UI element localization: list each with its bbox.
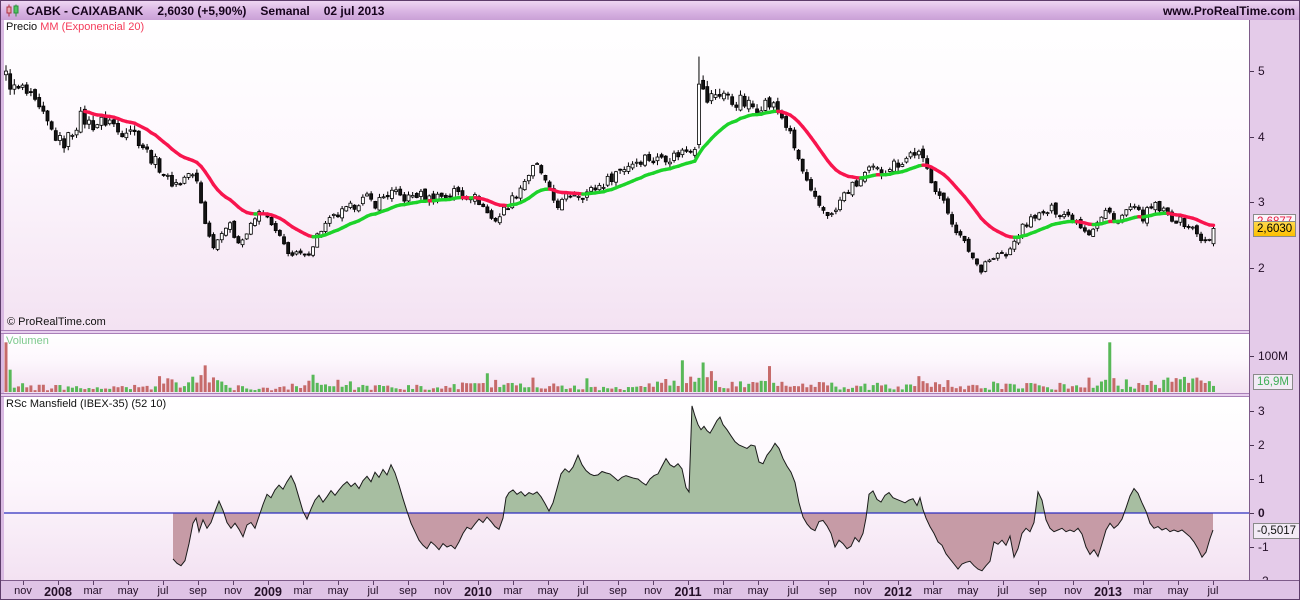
rsc-indicator-label: RSc Mansfield (IBEX-35) (52 10): [6, 398, 167, 410]
last-bar-date: 02 jul 2013: [323, 3, 385, 18]
rsc-axis-1-tick: [1250, 479, 1254, 480]
time-axis-label-jul: jul: [787, 585, 799, 597]
time-axis-label-may: may: [537, 585, 559, 597]
last-price-and-change: 2,6030 (+5,90%): [157, 3, 247, 18]
price-axis-5-tick: [1250, 71, 1254, 72]
time-axis-label-2012: 2012: [884, 585, 912, 599]
time-axis-label-sep: sep: [189, 585, 207, 597]
time-axis-label-may: may: [327, 585, 349, 597]
time-axis-label-mar: mar: [503, 585, 523, 597]
title-bar: CABK - CAIXABANK 2,6030 (+5,90%) Semanal…: [1, 1, 1299, 21]
rsc-axis-0-label: 0: [1258, 506, 1265, 520]
website-link[interactable]: www.ProRealTime.com: [1163, 4, 1295, 18]
symbol-title: CABK - CAIXABANK: [26, 3, 144, 18]
time-axis-label-nov: nov: [14, 585, 32, 597]
price-axis-4-label: 4: [1258, 129, 1265, 144]
time-axis-label-mar: mar: [923, 585, 943, 597]
time-axis-label-jul: jul: [157, 585, 169, 597]
candlestick-chart-icon: [6, 4, 20, 17]
price-axis-5-label: 5: [1258, 64, 1265, 78]
time-axis-label-2013: 2013: [1094, 585, 1122, 599]
time-axis-label-may: may: [117, 585, 139, 597]
rsc-axis--1-label: -1: [1258, 540, 1269, 554]
last-price-badge: 2,6030: [1253, 221, 1297, 237]
time-axis-label-nov: nov: [224, 585, 242, 597]
time-axis-label-mar: mar: [713, 585, 733, 597]
copyright-label: © ProRealTime.com: [7, 316, 106, 328]
price-axis-2-label: 2: [1258, 261, 1265, 275]
time-axis-label-mar: mar: [83, 585, 103, 597]
price-pane[interactable]: Precio MM (Exponencial 20) © ProRealTime…: [4, 20, 1249, 330]
time-axis-label-2009: 2009: [254, 585, 282, 599]
rsc-axis-0-tick: [1250, 513, 1254, 514]
time-axis-label-may: may: [1167, 585, 1189, 597]
rsc-axis--1-tick: [1250, 547, 1254, 548]
time-axis-label-jul: jul: [577, 585, 589, 597]
price-axis-2-tick: [1250, 268, 1254, 269]
rsc-axis-1-label: 1: [1258, 472, 1265, 486]
price-axis-4-tick: [1250, 136, 1254, 138]
timeframe-label: Semanal: [260, 3, 310, 18]
time-axis-label-sep: sep: [819, 585, 837, 597]
time-axis-label-nov: nov: [854, 585, 872, 597]
volume-value-badge: 16,9M: [1253, 374, 1293, 390]
rsc-chart-canvas[interactable]: [4, 397, 1249, 580]
rsc-axis-3-tick: [1250, 411, 1254, 412]
volume-axis-100-label: 100M: [1258, 349, 1289, 363]
time-axis-label-jul: jul: [367, 585, 379, 597]
time-axis-label-sep: sep: [1029, 585, 1047, 597]
time-axis-label-may: may: [957, 585, 979, 597]
time-axis-label-jul: jul: [1207, 585, 1219, 597]
time-axis-label-nov: nov: [434, 585, 452, 597]
price-chart-canvas[interactable]: [4, 20, 1249, 330]
time-axis-label-2011: 2011: [674, 585, 702, 599]
rsc-mansfield-pane[interactable]: RSc Mansfield (IBEX-35) (52 10): [4, 397, 1249, 580]
time-axis-label-nov: nov: [644, 585, 662, 597]
right-value-axis[interactable]: 2,6877 2,6030 16,9M -0,5017 5432100M3210…: [1249, 20, 1299, 588]
price-pane-labels: Precio MM (Exponencial 20): [6, 21, 144, 33]
rsc-axis-2-tick: [1250, 445, 1254, 446]
time-axis-label-2008: 2008: [44, 585, 72, 599]
time-axis-label-2010: 2010: [464, 585, 492, 599]
volume-chart-canvas[interactable]: [4, 334, 1249, 393]
price-axis-3-tick: [1250, 202, 1254, 204]
rsc-axis-2-label: 2: [1258, 438, 1265, 452]
volume-indicator-label: Volumen: [6, 335, 49, 347]
volume-axis-100-tick: [1250, 356, 1254, 357]
time-axis-label-may: may: [747, 585, 769, 597]
time-axis-label-mar: mar: [293, 585, 313, 597]
volume-pane[interactable]: Volumen: [4, 334, 1249, 393]
rsc-axis-3-label: 3: [1258, 404, 1265, 418]
bottom-time-axis[interactable]: nov 2008 mar may jul sep nov 2009 mar may jul sep no…: [1, 580, 1299, 599]
ma-indicator-label: MM (Exponencial 20): [40, 21, 145, 33]
price-indicator-label: Precio: [6, 21, 38, 33]
time-axis-label-jul: jul: [997, 585, 1009, 597]
rsc-value-badge: -0,5017: [1253, 523, 1299, 539]
time-axis-label-sep: sep: [399, 585, 417, 597]
time-axis-label-mar: mar: [1133, 585, 1153, 597]
time-axis-label-nov: nov: [1064, 585, 1082, 597]
prorealtime-chart-window: CABK - CAIXABANK 2,6030 (+5,90%) Semanal…: [0, 0, 1300, 600]
time-axis-label-sep: sep: [609, 585, 627, 597]
price-axis-3-label: 3: [1258, 195, 1265, 210]
